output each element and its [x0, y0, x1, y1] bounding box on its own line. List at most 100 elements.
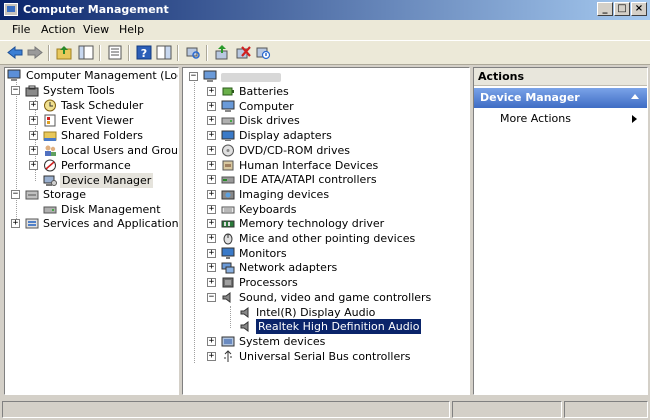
expand-toggle[interactable]: + [29, 146, 38, 155]
tree-system-tools[interactable]: − System Tools [11, 83, 178, 98]
expand-toggle[interactable]: + [207, 160, 216, 170]
tree-disk-management[interactable]: Disk Management [29, 202, 178, 217]
minimize-button[interactable]: _ [597, 2, 613, 16]
collapse-toggle[interactable]: − [11, 190, 20, 199]
tree-shared-folders[interactable]: + Shared Folders [29, 128, 178, 143]
menu-file[interactable]: File [12, 23, 30, 36]
device-category-human-interface-devices[interactable]: + Human Interface Devices [207, 158, 467, 173]
back-arrow-icon[interactable] [6, 44, 24, 61]
collapse-caret-icon[interactable] [631, 94, 639, 99]
show-hide-action-pane-icon[interactable] [155, 44, 173, 61]
device-category-dvd-cd-rom-drives[interactable]: + DVD/CD-ROM drives [207, 143, 467, 158]
tree-task-scheduler[interactable]: + Task Scheduler [29, 98, 178, 113]
expand-toggle[interactable]: + [207, 234, 216, 243]
help-icon[interactable]: ? [135, 44, 153, 61]
update-driver-icon[interactable] [213, 44, 231, 61]
shared-folder-icon [43, 131, 57, 141]
device-category-keyboards[interactable]: + Keyboards [207, 202, 467, 217]
device-category-disk-drives[interactable]: + Disk drives [207, 113, 467, 128]
device-category-memory-technology-driver[interactable]: + Memory technology driver [207, 216, 467, 231]
expand-toggle[interactable]: + [207, 263, 216, 273]
hid-icon [222, 160, 234, 170]
device-category-display-adapters[interactable]: + Display adapters [207, 128, 467, 143]
device-category-ide-ata-atapi-controllers[interactable]: + IDE ATA/ATAPI controllers [207, 172, 467, 187]
tree-device-manager[interactable]: Device Manager [29, 173, 178, 188]
device-category-batteries[interactable]: + Batteries [207, 84, 467, 99]
expand-toggle[interactable]: + [207, 219, 216, 229]
expand-toggle[interactable]: + [207, 175, 216, 185]
expand-toggle[interactable]: + [207, 351, 216, 361]
more-actions-link[interactable]: More Actions [500, 112, 571, 125]
speaker-icon [240, 306, 249, 318]
tree-services-applications[interactable]: + Services and Applications [11, 216, 178, 231]
tree-performance[interactable]: + Performance [29, 158, 178, 173]
device-category-system-devices[interactable]: + System devices [207, 334, 467, 349]
dvd-drive-icon [222, 144, 234, 157]
menu-view[interactable]: View [83, 23, 109, 36]
device-manager-icon [43, 175, 57, 186]
disk-icon [43, 206, 57, 214]
device-category-usb-controllers[interactable]: + Universal Serial Bus controllers [207, 349, 467, 364]
memory-chip-icon [221, 220, 235, 228]
device-category-imaging-devices[interactable]: + Imaging devices [207, 187, 467, 202]
keyboard-icon [221, 206, 235, 214]
scan-hardware-icon[interactable] [184, 44, 202, 61]
expand-toggle[interactable]: + [207, 189, 216, 199]
expand-toggle[interactable]: + [29, 101, 38, 110]
window-title: Computer Management [23, 3, 169, 16]
expand-toggle[interactable]: + [207, 87, 216, 96]
network-adapter-icon [221, 262, 235, 274]
expand-toggle[interactable]: + [207, 204, 216, 214]
tree-event-viewer[interactable]: + Event Viewer [29, 113, 178, 128]
expand-toggle[interactable]: + [29, 161, 38, 170]
computer-icon [221, 100, 235, 112]
disable-device-icon[interactable] [254, 44, 272, 61]
processor-icon [222, 277, 234, 288]
actions-pane: Actions Device Manager More Actions [473, 67, 648, 395]
device-category-monitors[interactable]: + Monitors [207, 246, 467, 261]
expand-toggle[interactable]: + [207, 145, 216, 155]
storage-icon [25, 190, 39, 200]
expand-toggle[interactable]: + [207, 116, 216, 126]
expand-toggle[interactable]: + [207, 278, 216, 288]
tree-local-users-groups[interactable]: + Local Users and Groups [29, 143, 178, 158]
expand-toggle[interactable]: + [207, 131, 216, 141]
device-tree-pane[interactable]: − + Batteries + Computer + Disk drives + Displa… [182, 67, 470, 395]
properties-icon[interactable] [106, 44, 124, 61]
collapse-toggle[interactable]: − [11, 86, 20, 95]
expand-toggle[interactable]: + [207, 336, 216, 346]
menu-action[interactable]: Action [41, 23, 75, 36]
console-tree-pane[interactable]: Computer Management (Local) − System Too… [4, 67, 179, 395]
expand-toggle[interactable]: + [29, 116, 38, 125]
expand-toggle[interactable]: + [207, 101, 216, 111]
device-realtek-hd-audio[interactable]: Realtek High Definition Audio [225, 319, 465, 335]
collapse-toggle[interactable]: − [189, 72, 198, 81]
device-category-mice-pointing-devices[interactable]: + Mice and other pointing devices [207, 231, 467, 246]
up-folder-icon[interactable] [55, 44, 73, 61]
computer-root-node[interactable]: − [189, 69, 459, 84]
computer-management-icon [7, 69, 21, 81]
device-category-processors[interactable]: + Processors [207, 275, 467, 290]
status-cell-3 [564, 401, 648, 418]
uninstall-icon[interactable] [234, 44, 252, 61]
actions-device-manager-section[interactable]: Device Manager [474, 88, 647, 108]
menu-help[interactable]: Help [119, 23, 144, 36]
device-category-computer[interactable]: + Computer [207, 99, 467, 114]
device-category-network-adapters[interactable]: + Network adapters [207, 260, 467, 275]
forward-arrow-icon[interactable] [26, 44, 44, 61]
expand-toggle[interactable]: + [11, 219, 20, 228]
maximize-button[interactable]: □ [614, 2, 630, 16]
computer-icon [203, 70, 217, 82]
device-category-sound-video-game-controllers[interactable]: − Sound, video and game controllers [207, 290, 467, 305]
mouse-icon [223, 233, 233, 245]
toolbox-icon [25, 85, 39, 97]
expand-toggle[interactable]: + [207, 248, 216, 258]
device-intel-display-audio[interactable]: Intel(R) Display Audio [225, 305, 465, 320]
tree-computer-management[interactable]: Computer Management (Local) [7, 68, 178, 83]
show-hide-tree-icon[interactable] [77, 44, 95, 61]
battery-icon [222, 87, 234, 96]
collapse-toggle[interactable]: − [207, 292, 216, 302]
close-button[interactable]: × [631, 2, 647, 16]
expand-toggle[interactable]: + [29, 131, 38, 140]
tree-storage[interactable]: − Storage [11, 187, 178, 202]
